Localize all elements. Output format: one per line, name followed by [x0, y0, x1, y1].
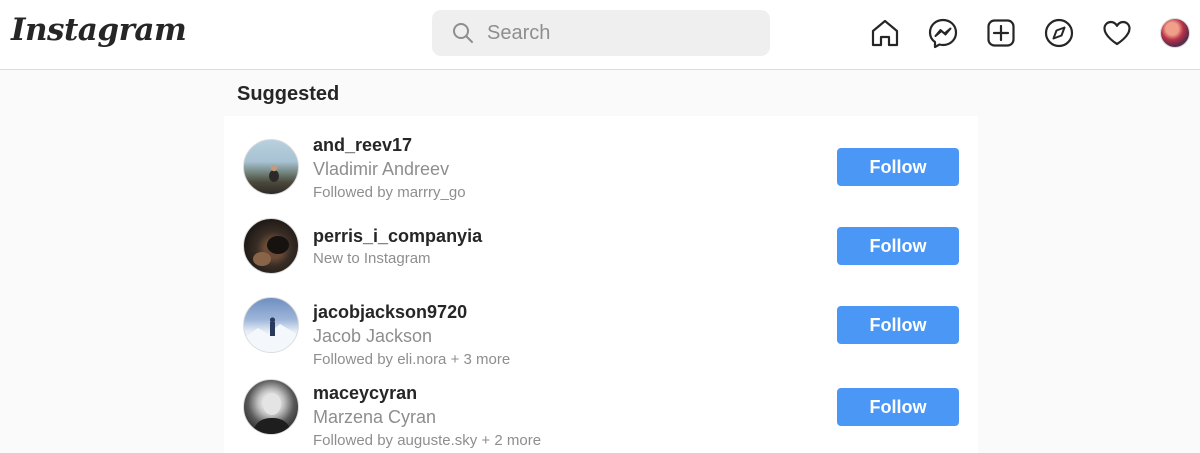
section-heading: Suggested: [237, 83, 340, 105]
list-item: perris_i_companyia New to Instagram Foll…: [224, 206, 978, 286]
search-input[interactable]: [487, 21, 747, 45]
avatar[interactable]: [243, 218, 299, 274]
follow-button[interactable]: Follow: [837, 388, 959, 426]
list-item: and_reev17 Vladimir Andreev Followed by …: [224, 116, 978, 206]
search-bar[interactable]: [432, 10, 770, 56]
username-link[interactable]: maceycyran: [313, 383, 417, 404]
username-link[interactable]: jacobjackson9720: [313, 302, 467, 323]
follow-button[interactable]: Follow: [837, 306, 959, 344]
full-name: Marzena Cyran: [313, 407, 437, 427]
follow-button[interactable]: Follow: [837, 227, 959, 265]
profile-avatar[interactable]: [1158, 16, 1192, 50]
avatar[interactable]: [243, 139, 299, 195]
new-post-icon[interactable]: [984, 16, 1018, 50]
search-icon: [452, 22, 474, 44]
full-name: Jacob Jackson: [313, 326, 433, 346]
avatar[interactable]: [243, 379, 299, 435]
explore-icon[interactable]: [1042, 16, 1076, 50]
avatar: [1160, 18, 1190, 48]
suggestions-list: and_reev17 Vladimir Andreev Followed by …: [224, 116, 978, 453]
instagram-logo[interactable]: Instagram: [11, 12, 187, 48]
list-item: maceycyran Marzena Cyran Followed by aug…: [224, 368, 978, 453]
username-link[interactable]: and_reev17: [313, 135, 412, 156]
activity-heart-icon[interactable]: [1100, 16, 1134, 50]
avatar[interactable]: [243, 297, 299, 353]
nav-icon-group: [868, 16, 1192, 50]
top-navigation-bar: Instagram: [0, 0, 1200, 70]
home-icon[interactable]: [868, 16, 902, 50]
follow-context: Followed by eli.nora + 3 more: [313, 351, 511, 368]
username-link[interactable]: perris_i_companyia: [313, 226, 482, 247]
follow-button[interactable]: Follow: [837, 148, 959, 186]
list-item: jacobjackson9720 Jacob Jackson Followed …: [224, 286, 978, 368]
full-name: Vladimir Andreev: [313, 159, 450, 179]
follow-context: New to Instagram: [313, 250, 431, 267]
messenger-icon[interactable]: [926, 16, 960, 50]
follow-context: Followed by marrry_go: [313, 184, 466, 201]
follow-context: Followed by auguste.sky + 2 more: [313, 432, 542, 449]
